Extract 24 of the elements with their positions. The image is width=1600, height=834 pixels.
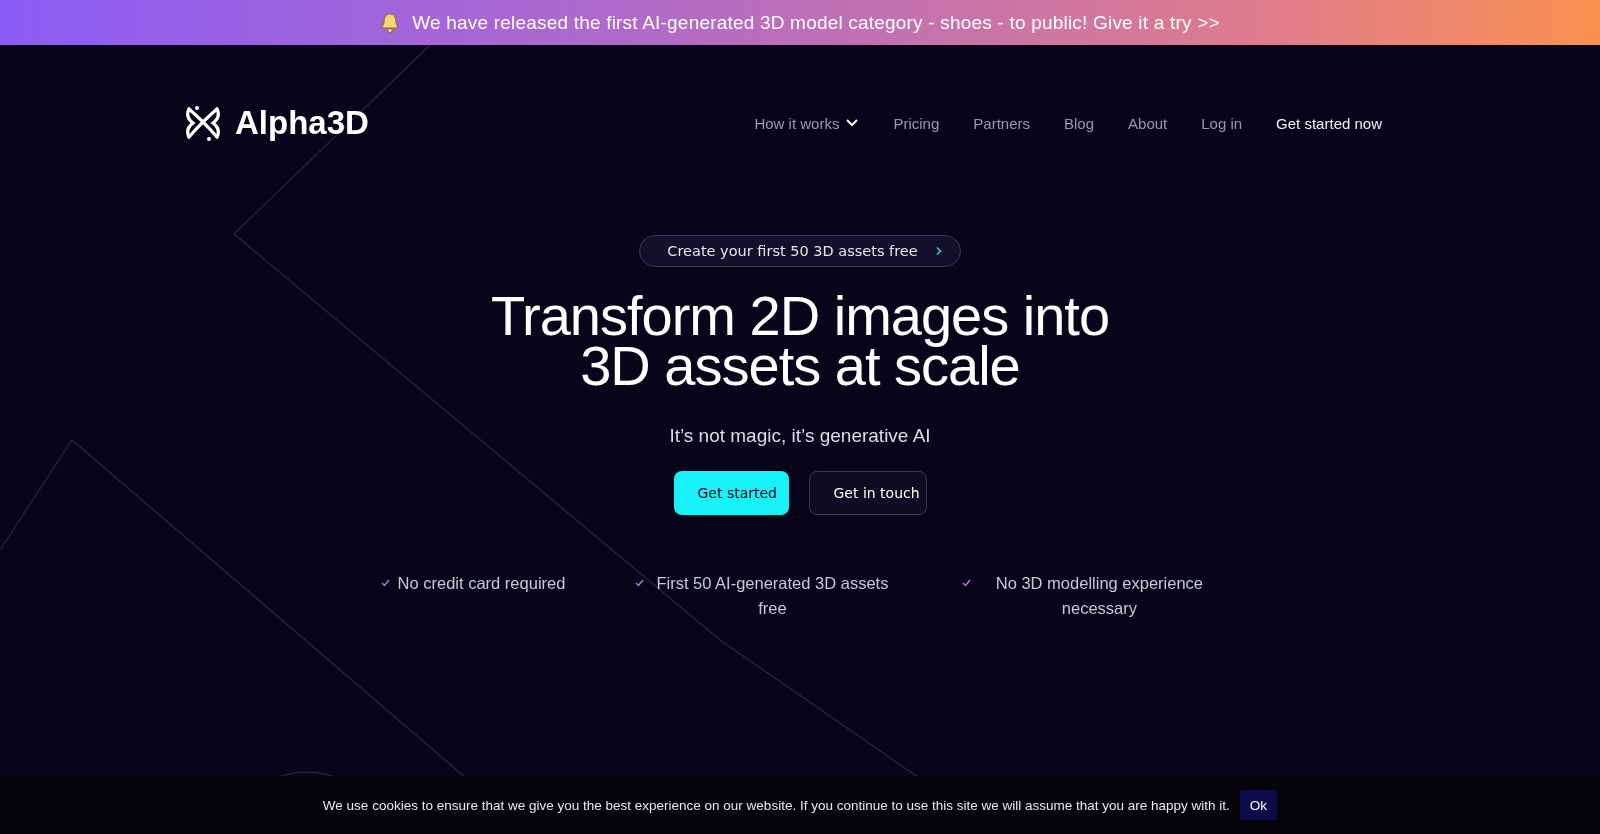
free-assets-pill[interactable]: Create your first 50 3D assets free xyxy=(639,235,961,267)
nav-link[interactable]: Log in xyxy=(1201,114,1243,132)
bell-icon xyxy=(380,11,401,34)
cookie-notice-text: We use cookies to ensure that we give you the best experience on our website. If you continue to use this site we will assume that you are happy with it. xyxy=(322,797,1230,813)
hero-subtitle: It’s not magic, it’s generative AI xyxy=(669,425,931,447)
check-icon xyxy=(962,579,972,587)
feature-text: First 50 AI-generated 3D assets free xyxy=(655,573,890,619)
ok-button[interactable]: Ok xyxy=(1239,790,1278,820)
get-in-touch-button[interactable]: Get in touch xyxy=(808,471,927,515)
get-started-button[interactable]: Get started xyxy=(673,471,789,515)
chevron-down-icon xyxy=(845,118,860,128)
nav-link[interactable]: Partners xyxy=(973,114,1030,132)
logo-wordmark[interactable]: Alpha3D xyxy=(235,104,369,142)
feature-text: No 3D modelling experience necessary xyxy=(994,573,1205,619)
nav-link[interactable]: Pricing xyxy=(893,114,940,132)
check-icon xyxy=(635,579,645,587)
announcement-link[interactable]: We have released the first AI-generated 3D model category - shoes - to public! Give it a try >> xyxy=(412,11,1220,34)
logo-icon xyxy=(183,103,223,143)
nav-dropdown[interactable]: How it works xyxy=(754,114,860,132)
nav-link[interactable]: About xyxy=(1128,114,1168,132)
nav-cta-link[interactable]: Get started now xyxy=(1276,114,1382,132)
feature-text: No credit card required xyxy=(397,573,566,594)
nav-link[interactable]: Blog xyxy=(1064,114,1095,132)
check-icon xyxy=(380,579,390,587)
